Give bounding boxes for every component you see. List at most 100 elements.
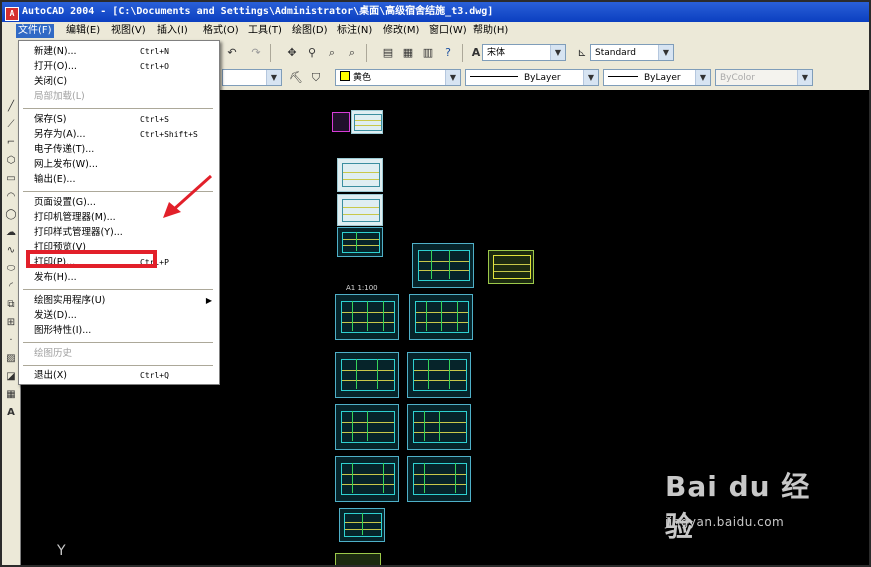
multiline-text-icon[interactable]: A bbox=[4, 406, 18, 419]
polyline-icon[interactable]: ⌐ bbox=[4, 136, 18, 149]
menu-separator bbox=[23, 108, 213, 109]
drawing-sheet[interactable] bbox=[488, 250, 534, 284]
help-icon[interactable]: ? bbox=[438, 43, 458, 63]
hatch-icon[interactable]: ▨ bbox=[4, 352, 18, 365]
menu-item-save-as[interactable]: 另存为(A)... Ctrl+Shift+S bbox=[20, 127, 218, 142]
text-style-select[interactable]: Standard ▼ bbox=[590, 44, 674, 61]
menu-separator bbox=[23, 365, 213, 366]
menu-item-shortcut: Ctrl+O bbox=[140, 62, 169, 71]
drawing-sheet[interactable] bbox=[407, 352, 471, 398]
menu-item-drawing-utilities[interactable]: 绘图实用程序(U) ▶ bbox=[20, 293, 218, 308]
plotstyle-value: ByColor bbox=[720, 73, 755, 83]
menu-item-close[interactable]: 关闭(C) bbox=[20, 74, 218, 89]
zoom-realtime-icon[interactable]: ⚲ bbox=[302, 43, 322, 63]
make-layer-current-icon[interactable]: ⛏ bbox=[286, 68, 306, 88]
red-arrow-annotation bbox=[163, 174, 213, 218]
circle-icon[interactable]: ◯ bbox=[4, 208, 18, 221]
menu-item-label: 页面设置(G)... bbox=[34, 197, 96, 208]
menu-item-drawing-properties[interactable]: 图形特性(I)... bbox=[20, 323, 218, 338]
line-icon[interactable]: ╱ bbox=[4, 100, 18, 113]
menu-item-send[interactable]: 发送(D)... bbox=[20, 308, 218, 323]
toolbar-separator bbox=[462, 44, 463, 62]
menu-edit[interactable]: 编辑(E) bbox=[64, 24, 102, 38]
menu-item-new[interactable]: 新建(N)... Ctrl+N bbox=[20, 44, 218, 59]
menu-modify[interactable]: 修改(M) bbox=[381, 24, 421, 38]
menu-item-label: 打印机管理器(M)... bbox=[34, 212, 116, 223]
drawing-sheet[interactable] bbox=[409, 294, 473, 340]
drawing-sheet[interactable] bbox=[335, 294, 399, 340]
chevron-down-icon: ▼ bbox=[550, 45, 565, 60]
menu-bar: 文件(F) 编辑(E) 视图(V) 插入(I) 格式(O) 工具(T) 绘图(D… bbox=[2, 22, 869, 41]
menu-item-etransmit[interactable]: 电子传递(T)... bbox=[20, 142, 218, 157]
drawing-sheet[interactable] bbox=[412, 243, 474, 288]
menu-item-open[interactable]: 打开(O)... Ctrl+O bbox=[20, 59, 218, 74]
menu-draw[interactable]: 绘图(D) bbox=[290, 24, 330, 38]
color-select[interactable]: 黄色 ▼ bbox=[335, 69, 461, 86]
layer-select[interactable]: ▼ bbox=[222, 69, 282, 86]
menu-item-publish-web[interactable]: 网上发布(W)... bbox=[20, 157, 218, 172]
menu-tools[interactable]: 工具(T) bbox=[246, 24, 284, 38]
point-icon[interactable]: · bbox=[4, 334, 18, 347]
polygon-icon[interactable]: ⬡ bbox=[4, 154, 18, 167]
pan-icon[interactable]: ✥ bbox=[282, 43, 302, 63]
toolbar-separator bbox=[366, 44, 367, 62]
menu-item-label: 输出(E)... bbox=[34, 174, 76, 185]
drawing-sheet[interactable] bbox=[335, 553, 381, 565]
drawing-sheet[interactable] bbox=[339, 508, 385, 542]
dimension-style-icon: ⊾ bbox=[577, 46, 587, 59]
lineweight-select[interactable]: ByLayer ▼ bbox=[603, 69, 711, 86]
drawing-sheet[interactable] bbox=[335, 352, 399, 398]
properties-icon[interactable]: ▤ bbox=[378, 43, 398, 63]
text-style-value: Standard bbox=[595, 48, 636, 58]
arc-icon[interactable]: ◠ bbox=[4, 190, 18, 203]
zoom-window-icon[interactable]: ⌕ bbox=[322, 43, 342, 63]
font-select[interactable]: 宋体 ▼ bbox=[482, 44, 566, 61]
drawing-sheet[interactable] bbox=[332, 112, 350, 132]
revision-cloud-icon[interactable]: ☁ bbox=[4, 226, 18, 239]
menu-window[interactable]: 窗口(W) bbox=[427, 24, 469, 38]
drawing-sheet[interactable] bbox=[351, 110, 383, 134]
menu-item-label: 绘图实用程序(U) bbox=[34, 295, 106, 306]
undo-icon[interactable]: ↶ bbox=[222, 43, 242, 63]
plotstyle-select[interactable]: ByColor ▼ bbox=[715, 69, 813, 86]
menu-item-save[interactable]: 保存(S) Ctrl+S bbox=[20, 112, 218, 127]
drawing-sheet[interactable] bbox=[407, 404, 471, 450]
make-block-icon[interactable]: ⊞ bbox=[4, 316, 18, 329]
linetype-select[interactable]: ByLayer ▼ bbox=[465, 69, 599, 86]
menu-item-exit[interactable]: 退出(X) Ctrl+Q bbox=[20, 368, 218, 383]
menu-item-publish[interactable]: 发布(H)... bbox=[20, 270, 218, 285]
window-title: AutoCAD 2004 - [C:\Documents and Setting… bbox=[22, 6, 494, 17]
drawing-sheet[interactable] bbox=[337, 227, 383, 257]
tool-palettes-icon[interactable]: ▥ bbox=[418, 43, 438, 63]
drawing-sheet[interactable] bbox=[407, 456, 471, 502]
chevron-down-icon: ▼ bbox=[266, 70, 281, 85]
ellipse-arc-icon[interactable]: ◜ bbox=[4, 280, 18, 293]
lineweight-value: ByLayer bbox=[644, 73, 681, 83]
layer-previous-icon[interactable]: ⛉ bbox=[306, 68, 326, 88]
menu-format[interactable]: 格式(O) bbox=[201, 24, 241, 38]
menu-item-label: 图形特性(I)... bbox=[34, 325, 92, 336]
menu-insert[interactable]: 插入(I) bbox=[155, 24, 190, 38]
menu-help[interactable]: 帮助(H) bbox=[471, 24, 510, 38]
insert-block-icon[interactable]: ⧉ bbox=[4, 298, 18, 311]
table-icon[interactable]: ▦ bbox=[4, 388, 18, 401]
drawing-sheet[interactable] bbox=[337, 194, 383, 226]
design-center-icon[interactable]: ▦ bbox=[398, 43, 418, 63]
menu-item-plot-style-manager[interactable]: 打印样式管理器(Y)... bbox=[20, 225, 218, 240]
zoom-previous-icon[interactable]: ⌕ bbox=[342, 43, 362, 63]
sheet-scale-label: A1 1:100 bbox=[346, 284, 378, 292]
rectangle-icon[interactable]: ▭ bbox=[4, 172, 18, 185]
menu-view[interactable]: 视图(V) bbox=[109, 24, 148, 38]
construction-line-icon[interactable]: ⟋ bbox=[4, 118, 18, 131]
menu-file[interactable]: 文件(F) bbox=[16, 24, 54, 38]
redo-icon[interactable]: ↷ bbox=[246, 43, 266, 63]
drawing-sheet[interactable] bbox=[335, 456, 399, 502]
drawing-sheet[interactable] bbox=[335, 404, 399, 450]
spline-icon[interactable]: ∿ bbox=[4, 244, 18, 257]
menu-dimension[interactable]: 标注(N) bbox=[335, 24, 374, 38]
menu-item-label: 打开(O)... bbox=[34, 61, 77, 72]
chevron-down-icon: ▼ bbox=[583, 70, 598, 85]
drawing-sheet[interactable] bbox=[337, 158, 383, 192]
ellipse-icon[interactable]: ⬭ bbox=[4, 262, 18, 275]
region-icon[interactable]: ◪ bbox=[4, 370, 18, 383]
